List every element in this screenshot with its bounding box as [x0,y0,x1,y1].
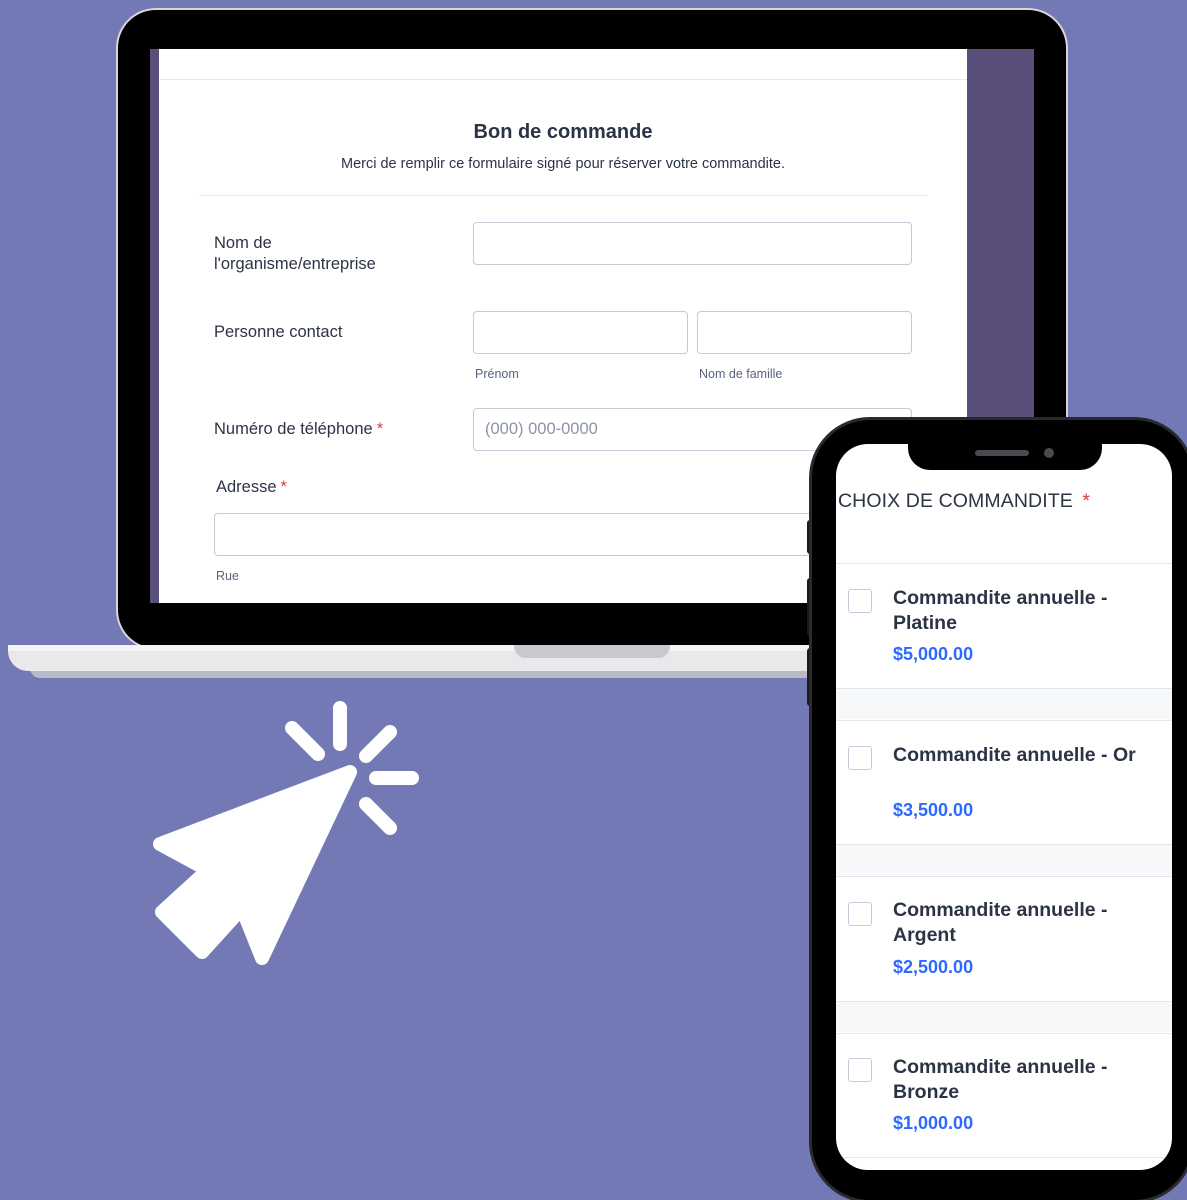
contact-label: Personne contact [214,323,343,341]
option-title: Commandite annuelle - Platine [893,587,1108,634]
option-checkbox[interactable] [848,746,872,770]
divider [836,563,1172,564]
option-price: $3,500.00 [893,800,974,820]
org-name-label: Nom de l'organisme/entreprise [214,234,376,273]
option-price: $1,000.00 [893,1113,974,1133]
required-marker: * [376,420,384,438]
org-name-input[interactable] [473,222,912,265]
phone-screen: CHOIX DE COMMANDITE * Commandite annuell… [836,444,1172,1170]
divider [836,720,1172,721]
laptop-hinge [514,645,670,658]
speaker-icon [975,450,1029,456]
camera-icon [1044,448,1054,458]
divider [836,1157,1172,1158]
option-checkbox[interactable] [848,902,872,926]
first-name-sublabel: Prénom [475,367,519,381]
form-title: Bon de commande [473,121,653,143]
sponsorship-choice-text: CHOIX DE COMMANDITE [838,490,1073,512]
divider [836,876,1172,877]
form-subtitle: Merci de remplir ce formulaire signé pou… [340,156,786,172]
click-cursor-icon [153,701,419,965]
phone-placeholder: (000) 000-0000 [485,420,598,438]
option-gap [836,845,1172,875]
phone-label: Numéro de téléphone * [214,419,383,440]
street-sublabel: Rue [216,569,239,583]
option-gap [836,689,1172,719]
phone-label-text: Numéro de téléphone [214,420,373,438]
option-gap [836,1002,1172,1032]
last-name-input[interactable] [697,311,912,354]
sponsorship-choice-label: CHOIX DE COMMANDITE * [838,490,1090,513]
option-title: Commandite annuelle - Argent [893,899,1108,946]
option-title: Commandite annuelle - Bronze [893,1056,1108,1103]
option-price: $5,000.00 [893,644,974,664]
divider [159,79,967,80]
required-marker: * [280,478,287,496]
address-label-text: Adresse [216,478,277,496]
required-marker: * [1082,490,1091,512]
divider [836,1033,1172,1034]
first-name-input[interactable] [473,311,688,354]
option-price: $2,500.00 [893,957,974,977]
last-name-sublabel: Nom de famille [699,367,783,381]
option-checkbox[interactable] [848,1058,872,1082]
option-title: Commandite annuelle - Or [893,744,1136,766]
address-label: Adresse * [216,477,287,498]
option-checkbox[interactable] [848,589,872,613]
divider [199,195,927,196]
